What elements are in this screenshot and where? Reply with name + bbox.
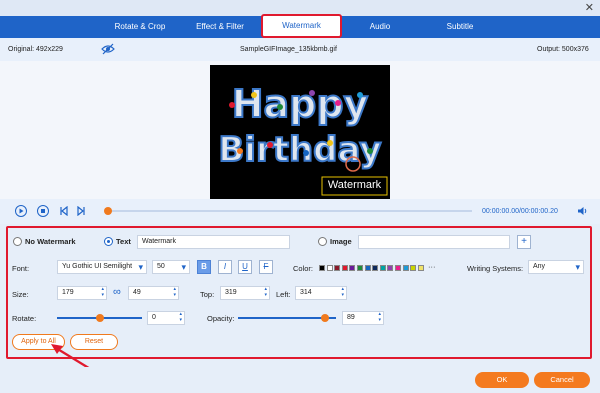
font-family-select[interactable]: Yu Gothic UI Semilight (57, 260, 147, 274)
color-swatch[interactable] (334, 265, 341, 271)
opacity-label: Opacity: (207, 314, 235, 323)
color-swatch[interactable] (372, 265, 379, 271)
font-size-select[interactable]: 50 (152, 260, 190, 274)
timeline-knob[interactable] (104, 207, 112, 215)
font-label: Font: (12, 264, 30, 273)
tab-watermark[interactable]: Watermark (261, 14, 342, 38)
color-swatch[interactable] (341, 265, 348, 271)
underline-button[interactable]: U (238, 260, 252, 274)
left-stepper[interactable]: 314 (295, 286, 347, 300)
color-swatch[interactable] (364, 265, 371, 271)
color-swatch[interactable] (319, 265, 325, 271)
text-label: Text (116, 237, 131, 246)
width-stepper[interactable]: 179 (57, 286, 107, 300)
color-label: Color: (293, 264, 314, 273)
strikethrough-button[interactable]: F (259, 260, 273, 274)
next-frame-icon[interactable] (76, 205, 86, 218)
file-name: SampleGIFImage_135kbmb.gif (240, 46, 337, 53)
text-radio[interactable] (104, 237, 113, 246)
stop-icon[interactable] (37, 205, 49, 217)
link-icon[interactable]: ∞ (113, 286, 121, 298)
tab-effect-filter[interactable]: Effect & Filter (180, 16, 260, 38)
playback-bar: 00:00:00.00/00:00:00.20 (0, 199, 600, 224)
color-swatch[interactable] (379, 265, 386, 271)
opacity-stepper[interactable]: 89 (342, 311, 384, 325)
rotate-slider-knob[interactable] (95, 314, 104, 322)
play-icon[interactable] (15, 205, 27, 217)
eye-icon[interactable] (101, 43, 115, 57)
color-swatch[interactable] (387, 265, 394, 271)
tab-subtitle[interactable]: Subtitle (425, 16, 495, 38)
image-radio[interactable] (318, 237, 327, 246)
color-swatch[interactable] (417, 265, 424, 271)
svg-text:Happy: Happy (232, 82, 369, 126)
size-label: Size: (12, 290, 29, 299)
volume-icon[interactable] (577, 206, 588, 218)
tab-rotate-crop[interactable]: Rotate & Crop (100, 16, 180, 38)
info-bar: Original: 492x229 SampleGIFImage_135kbmb… (0, 38, 600, 61)
watermark-text-input[interactable]: Watermark (137, 235, 290, 249)
writing-systems-label: Writing Systems: (467, 264, 524, 273)
previous-frame-icon[interactable] (59, 205, 69, 218)
timeline-track[interactable] (108, 210, 472, 212)
color-swatch[interactable] (357, 265, 363, 271)
rotate-label: Rotate: (12, 314, 37, 323)
color-swatch[interactable] (326, 265, 333, 271)
color-swatch[interactable] (402, 265, 409, 271)
tab-audio[interactable]: Audio (345, 16, 415, 38)
left-label: Left: (276, 290, 291, 299)
color-swatch[interactable] (410, 265, 417, 271)
time-display: 00:00:00.00/00:00:00.20 (482, 208, 558, 215)
original-size: Original: 492x229 (8, 46, 63, 53)
top-stepper[interactable]: 319 (220, 286, 270, 300)
watermark-overlay[interactable]: Watermark (322, 179, 387, 191)
close-icon[interactable]: ✕ (585, 1, 594, 14)
svg-text:Birthday: Birthday (218, 130, 381, 170)
color-swatch[interactable] (349, 265, 356, 271)
gif-preview: Happy Birthday Watermark (210, 65, 390, 199)
output-size: Output: 500x376 (537, 46, 589, 53)
more-colors-icon[interactable]: ··· (428, 262, 436, 271)
height-stepper[interactable]: 49 (128, 286, 179, 300)
ok-button[interactable]: OK (475, 372, 529, 388)
dialog-footer: OK Cancel (0, 367, 600, 393)
top-label: Top: (200, 290, 215, 299)
color-swatch[interactable] (395, 265, 401, 271)
image-label: Image (330, 237, 352, 246)
italic-button[interactable]: I (218, 260, 232, 274)
no-watermark-label: No Watermark (25, 237, 76, 246)
rotate-stepper[interactable]: 0 (147, 311, 185, 325)
bold-button[interactable]: B (197, 260, 211, 274)
cancel-button[interactable]: Cancel (534, 372, 590, 388)
add-image-button[interactable]: + (517, 235, 531, 249)
image-path-input[interactable] (358, 235, 510, 249)
no-watermark-radio[interactable] (13, 237, 22, 246)
writing-systems-select[interactable]: Any (528, 260, 584, 274)
